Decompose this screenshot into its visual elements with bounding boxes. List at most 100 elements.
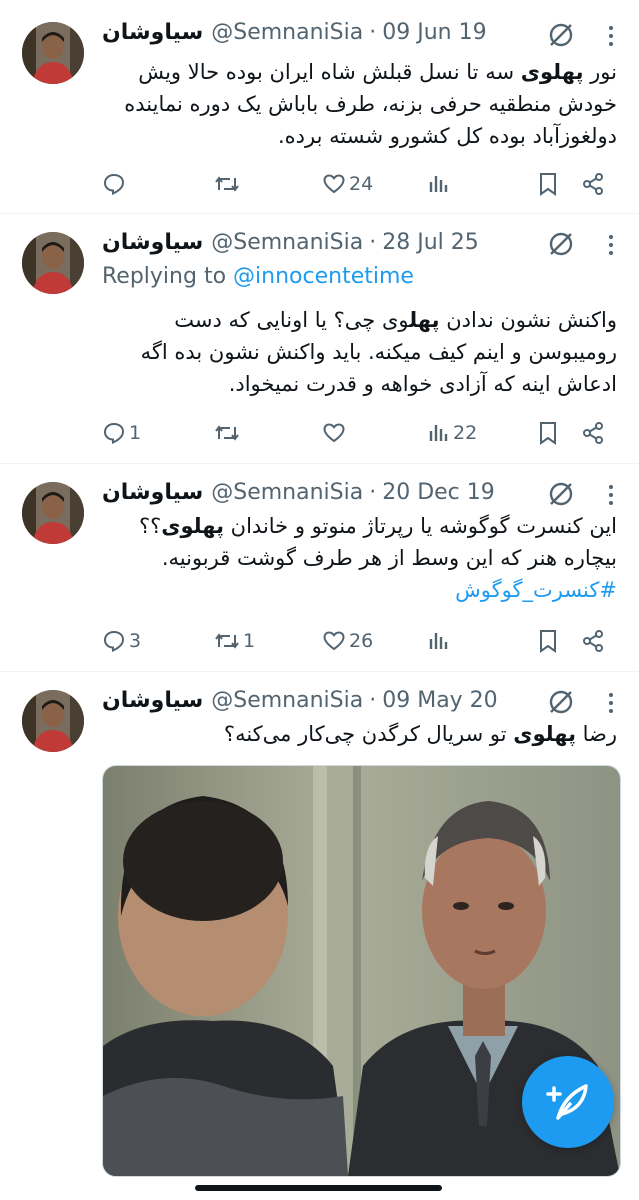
share-icon (583, 173, 603, 195)
tweet-text-part: این کنسرت گوگوشه یا رپرتاژ منوتو و خاندا… (223, 514, 617, 538)
share-button[interactable] (581, 629, 605, 653)
retweet-icon (215, 633, 239, 649)
like-count: 24 (349, 173, 374, 195)
views-icon (429, 425, 448, 441)
share-icon (583, 630, 603, 652)
retweet-button[interactable] (214, 172, 243, 196)
retweet-icon (215, 425, 239, 441)
like-count: 26 (349, 630, 374, 652)
avatar[interactable] (22, 22, 84, 84)
reply-button[interactable] (102, 172, 129, 196)
views-icon (429, 176, 448, 192)
tweet-text-part: نور (583, 60, 617, 84)
tweet-date[interactable]: 09 May 20 (382, 688, 497, 713)
avatar[interactable] (22, 482, 84, 544)
user-handle[interactable]: @SemnaniSia (211, 20, 363, 45)
bookmark-icon (540, 630, 556, 653)
highlighted-word: پهلوی (161, 514, 224, 538)
action-bar: 3 1 26 (102, 629, 617, 659)
reply-button[interactable]: 3 (102, 629, 141, 653)
reply-icon (103, 173, 125, 196)
mute-icon[interactable] (547, 230, 575, 258)
bookmark-button[interactable] (538, 629, 558, 653)
share-button[interactable] (581, 172, 605, 196)
tweet-text-part: رضا (575, 722, 617, 746)
tweet[interactable]: سیاوشان @SemnaniSia · 28 Jul 25 Replying… (0, 214, 639, 464)
like-icon (323, 174, 345, 194)
share-button[interactable] (581, 421, 605, 445)
tweet-text-part: تو سریال کرگدن چی‌کار می‌کنه؟ (223, 722, 514, 746)
display-name[interactable]: سیاوشان (102, 230, 203, 255)
user-handle[interactable]: @SemnaniSia (211, 688, 363, 713)
views-button[interactable]: 22 (428, 421, 477, 445)
tweet-text: واکنش نشون ندادن پهلوی چی؟ یا اونایی که … (102, 304, 617, 400)
tweet-header: سیاوشان @SemnaniSia · 09 Jun 19 (102, 20, 559, 45)
bookmark-button[interactable] (538, 421, 558, 445)
views-button[interactable] (428, 172, 453, 196)
tweet-text-part: واکنش نشون ندادن (439, 308, 617, 332)
tweet[interactable]: سیاوشان @SemnaniSia · 20 Dec 19 این کنسر… (0, 464, 639, 672)
reply-count: 3 (129, 630, 142, 652)
highlighted-word: پهلوی (520, 60, 584, 84)
view-count: 22 (453, 422, 478, 444)
mute-icon[interactable] (547, 21, 575, 49)
retweet-icon (215, 176, 239, 192)
like-icon (323, 631, 345, 651)
reply-button[interactable]: 1 (102, 421, 141, 445)
replying-to: Replying to @innocentetime (102, 264, 414, 289)
more-icon[interactable] (605, 233, 617, 257)
display-name[interactable]: سیاوشان (102, 20, 203, 45)
tweet-text: این کنسرت گوگوشه یا رپرتاژ منوتو و خاندا… (102, 510, 617, 606)
like-button[interactable]: 24 (322, 172, 373, 196)
tweet-date[interactable]: 28 Jul 25 (382, 230, 479, 255)
more-icon[interactable] (605, 483, 617, 507)
separator: · (369, 20, 377, 45)
hashtag-link[interactable]: #کنسرت_گوگوش (102, 574, 617, 606)
tweet-date[interactable]: 20 Dec 19 (382, 480, 495, 505)
tweet-date[interactable]: 09 Jun 19 (382, 20, 486, 45)
like-button[interactable] (322, 421, 349, 445)
tweet-header: سیاوشان @SemnaniSia · 20 Dec 19 (102, 480, 559, 505)
avatar[interactable] (22, 690, 84, 752)
bookmark-icon (540, 173, 556, 196)
home-indicator (195, 1185, 442, 1191)
replying-to-label: Replying to (102, 264, 234, 289)
compose-icon (546, 1084, 588, 1120)
tweet[interactable]: سیاوشان @SemnaniSia · 09 Jun 19 نور پهلو… (0, 0, 639, 214)
share-icon (583, 422, 603, 444)
tweet-text: نور پهلوی سه تا نسل قبلش شاه ایران بوده … (102, 56, 617, 152)
retweet-count: 1 (243, 630, 256, 652)
bookmark-button[interactable] (538, 172, 558, 196)
tweet-header: سیاوشان @SemnaniSia · 09 May 20 (102, 688, 559, 713)
views-icon (429, 633, 448, 649)
reply-icon (103, 630, 125, 653)
avatar[interactable] (22, 232, 84, 294)
separator: · (369, 230, 377, 255)
more-icon[interactable] (605, 691, 617, 715)
bookmark-icon (540, 422, 556, 445)
user-handle[interactable]: @SemnaniSia (211, 230, 363, 255)
tweet-header: سیاوشان @SemnaniSia · 28 Jul 25 (102, 230, 559, 255)
mute-icon[interactable] (547, 688, 575, 716)
action-bar: 1 22 (102, 421, 617, 451)
retweet-button[interactable]: 1 (214, 629, 255, 653)
highlighted-word: پهلوی (513, 722, 576, 746)
display-name[interactable]: سیاوشان (102, 480, 203, 505)
action-bar: 24 (102, 172, 617, 202)
like-button[interactable]: 26 (322, 629, 373, 653)
user-handle[interactable]: @SemnaniSia (211, 480, 363, 505)
highlighted-word: پهل (409, 308, 440, 332)
more-icon[interactable] (605, 24, 617, 48)
retweet-button[interactable] (214, 421, 243, 445)
separator: · (369, 480, 377, 505)
reply-icon (103, 422, 125, 445)
reply-count: 1 (129, 422, 142, 444)
mute-icon[interactable] (547, 480, 575, 508)
replying-to-handle[interactable]: @innocentetime (233, 264, 414, 289)
display-name[interactable]: سیاوشان (102, 688, 203, 713)
views-button[interactable] (428, 629, 453, 653)
separator: · (369, 688, 377, 713)
like-icon (323, 423, 345, 443)
tweet-text: رضا پهلوی تو سریال کرگدن چی‌کار می‌کنه؟ (102, 718, 617, 750)
compose-tweet-button[interactable] (522, 1056, 614, 1148)
